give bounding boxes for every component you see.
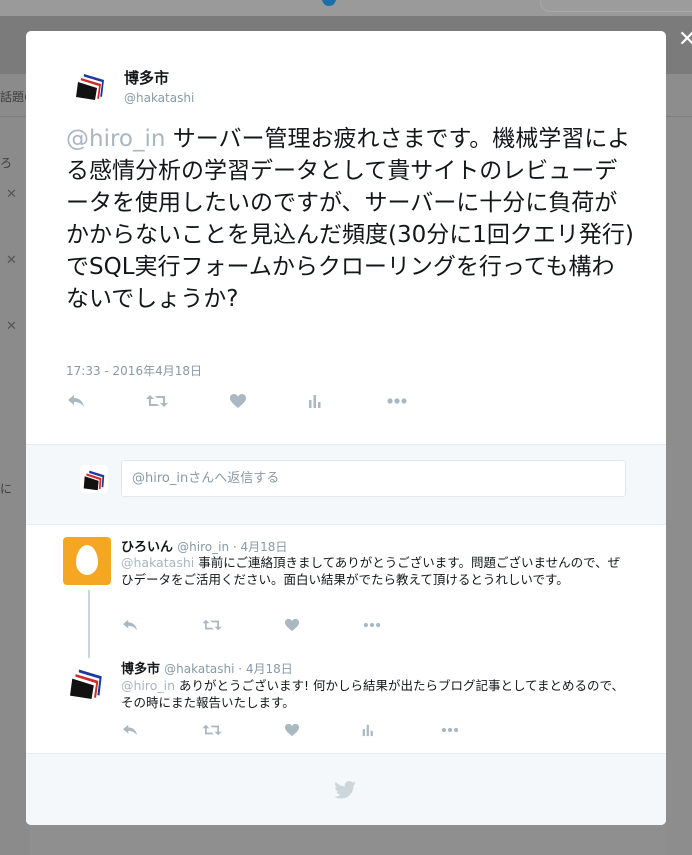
background-right-panel (666, 74, 692, 855)
reply-section-border (26, 514, 666, 525)
tweet-mention-link[interactable]: @hiro_in (66, 126, 165, 152)
conversation-tweet-text: @hiro_in ありがとうございます! 何かしら結果が出たらブログ記事としてま… (121, 677, 626, 711)
retweet-icon[interactable] (146, 393, 170, 413)
reply-icon[interactable] (121, 723, 145, 743)
conversation-tweet-header: 博多市 @hakatashi · 4月18日 (121, 658, 293, 677)
conversation-tweet-body: 事前にご連絡頂きましてありがとうございます。問題ございませんので、ぜひデータをご… (121, 555, 621, 587)
tweet-body: サーバー管理お疲れさまです。機械学習による感情分析の学習データとして貴サイトのレ… (66, 126, 634, 312)
analytics-icon[interactable] (361, 723, 385, 743)
tweet-actions (66, 393, 407, 417)
conversation-mention-link[interactable]: @hakatashi (121, 555, 194, 570)
conversation-tweet-body: ありがとうございます! 何かしら結果が出たらブログ記事としてまとめるので、その時… (121, 678, 625, 710)
background-dismiss-icon: ✕ (6, 187, 17, 202)
retweet-icon[interactable] (202, 618, 226, 638)
tweet-text: @hiro_in サーバー管理お疲れさまです。機械学習による感情分析の学習データ… (66, 123, 636, 315)
hakata-logo-icon (76, 74, 104, 100)
background-dismiss-icon: ✕ (6, 253, 17, 268)
conversation-author-handle[interactable]: @hakatashi · 4月18日 (164, 662, 293, 676)
analytics-icon[interactable] (307, 393, 331, 413)
twitter-bird-icon (334, 781, 356, 803)
conversation-tweet-actions (121, 723, 466, 747)
conversation-mention-link[interactable]: @hiro_in (121, 678, 175, 693)
reply-input[interactable]: @hiro_inさんへ返信する (121, 460, 626, 497)
background-text-fragment: ろ (0, 156, 13, 170)
like-icon[interactable] (284, 723, 308, 743)
conversation-tweet-header: ひろいん @hiro_in · 4月18日 (121, 536, 287, 555)
hakata-logo-icon (83, 470, 105, 491)
more-icon[interactable] (362, 618, 386, 638)
conversation-tweet-text: @hakatashi 事前にご連絡頂きましてありがとうございます。問題ございませ… (121, 554, 626, 588)
current-user-avatar (80, 465, 108, 493)
modal-close-button[interactable]: ✕ (678, 28, 692, 52)
author-handle[interactable]: @hakatashi (124, 91, 194, 105)
egg-icon (76, 545, 98, 575)
thread-connector (88, 590, 90, 658)
background-text-fragment: に (0, 482, 13, 496)
more-icon[interactable] (440, 723, 464, 743)
background-dismiss-icon: ✕ (6, 319, 17, 334)
modal-footer (26, 753, 666, 825)
author-avatar[interactable] (76, 70, 106, 100)
author-name[interactable]: 博多市 (124, 67, 169, 88)
tweet-modal: 博多市 @hakatashi @hiro_in サーバー管理お疲れさまです。機械… (26, 31, 666, 825)
reply-icon[interactable] (66, 393, 90, 413)
conversation-author-name[interactable]: 博多市 (121, 662, 160, 677)
background-search-box (540, 0, 692, 12)
background-right-strip (666, 78, 692, 117)
reply-composer: @hiro_inさんへ返信する (26, 445, 666, 514)
like-icon[interactable] (284, 618, 308, 638)
conversation-tweet-actions (121, 618, 391, 642)
reply-icon[interactable] (121, 618, 145, 638)
conversation-author-name[interactable]: ひろいん (121, 540, 173, 555)
conversation-author-handle[interactable]: @hiro_in · 4月18日 (177, 540, 287, 554)
retweet-icon[interactable] (202, 723, 226, 743)
egg-avatar[interactable] (63, 537, 111, 585)
more-icon[interactable] (386, 393, 410, 413)
like-icon[interactable] (229, 393, 253, 413)
logo-avatar[interactable] (70, 665, 104, 699)
tweet-timestamp[interactable]: 17:33 - 2016年4月18日 (66, 362, 202, 379)
hakata-logo-icon (70, 669, 102, 699)
